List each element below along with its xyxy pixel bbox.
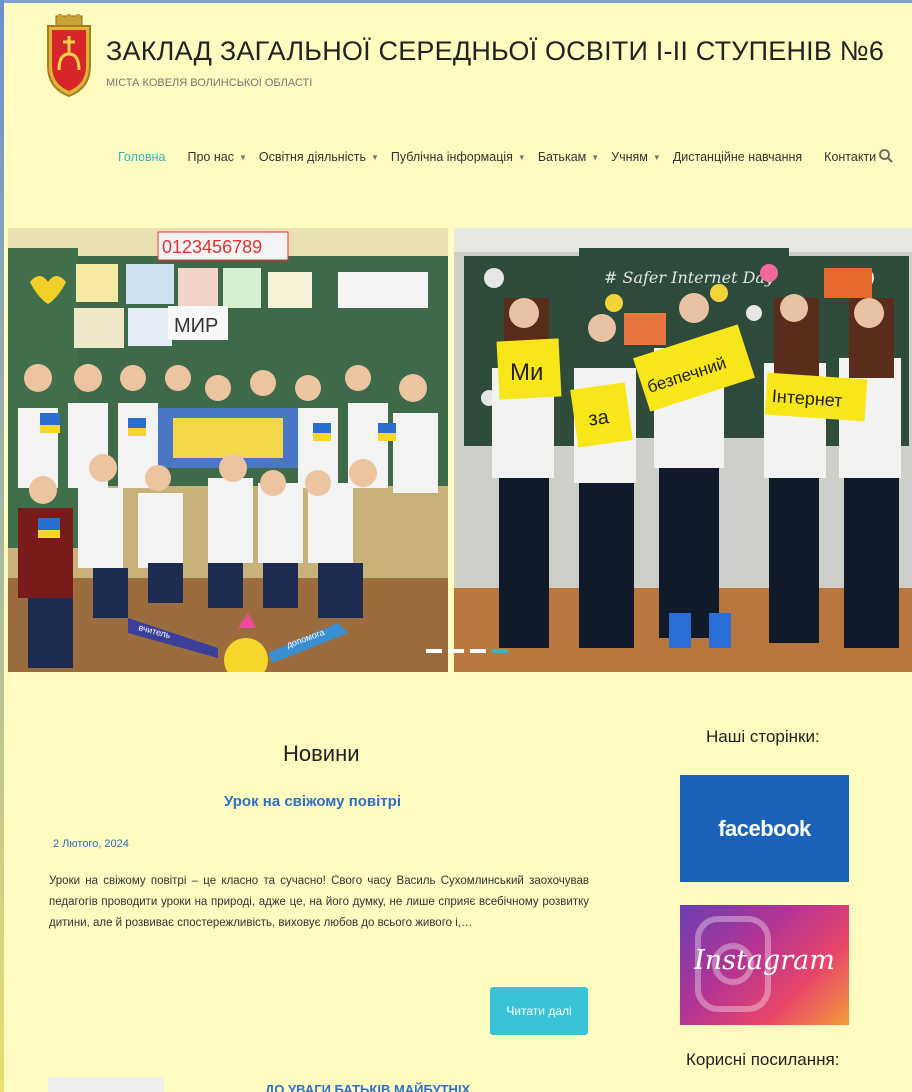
nav-item-label: Публічна інформація [390,150,513,164]
site-title[interactable]: ЗАКЛАД ЗАГАЛЬНОЇ СЕРЕДНЬОЇ ОСВІТИ І-ІІ С… [106,36,884,67]
search-icon[interactable] [878,148,894,164]
slider-dots [426,649,508,653]
board-text: # Safer Internet Day [604,268,775,287]
nav-item-home[interactable]: Головна [118,150,166,164]
nav-item-label: Освітня діяльність [258,150,366,164]
post-date[interactable]: 2 Лютого, 2024 [53,838,129,850]
post-excerpt: Уроки на свіжому повітрі – це класно та … [49,875,589,929]
nav-item-label: Контакти [824,150,877,164]
caret-down-icon: ▼ [591,152,600,162]
post-thumbnail[interactable] [48,1077,164,1092]
caret-down-icon: ▼ [652,152,661,162]
caret-down-icon: ▼ [517,152,526,162]
sidebar-heading-pages: Наші сторінки: [706,727,820,746]
nav-item-label: Дистанційне навчання [672,150,803,164]
main-nav: Головна Про нас ▼ Освітня діяльність ▼ Пуб… [118,146,888,168]
window-top-border [0,0,912,3]
poster-text: МИР [174,315,218,337]
post-title-link[interactable]: Урок на свіжому повітрі [224,793,401,810]
slide-photo-safer-internet-day: # Safer Internet Day Ми за безпечний Інт… [454,228,912,672]
instagram-banner[interactable]: Instagram [680,905,849,1025]
facebook-label: facebook [718,815,811,841]
nav-item-about[interactable]: Про нас ▼ [188,150,247,164]
slider-dot[interactable] [448,649,464,653]
nav-item-public-info[interactable]: Публічна інформація ▼ [391,150,526,164]
coat-of-arms-icon[interactable] [42,14,96,98]
nav-item-students[interactable]: Учням ▼ [611,150,661,164]
nav-item-distance-learning[interactable]: Дистанційне навчання [673,150,802,164]
nav-item-contacts[interactable]: Контакти [824,150,876,164]
sidebar-heading-links: Корисні посилання: [686,1050,840,1069]
nav-item-label: Головна [118,150,166,164]
post-title-link[interactable]: ДО УВАГИ БАТЬКІВ МАЙБУТНІХ [265,1082,470,1092]
window-left-border [0,0,4,1092]
nav-item-label: Про нас [187,150,234,164]
instagram-label: Instagram [694,945,835,976]
site-header: ЗАКЛАД ЗАГАЛЬНОЇ СЕРЕДНЬОЇ ОСВІТИ І-ІІ С… [40,14,900,104]
nav-item-label: Учням [611,150,648,164]
board-digits: 0123456789 [162,237,262,257]
site-subtitle: МІСТА КОВЕЛЯ ВОЛИНСЬКОЇ ОБЛАСТІ [106,77,313,89]
news-heading: Новини [283,741,360,766]
facebook-banner[interactable]: facebook [680,775,849,882]
nav-item-parents[interactable]: Батькам ▼ [538,150,599,164]
nav-item-label: Батькам [537,150,587,164]
sign-text: за [587,406,611,431]
read-more-button[interactable]: Читати далі [490,987,588,1035]
slide-photo-classroom: 0123456789 МИР вчитель допомога [8,228,448,672]
slider-dot[interactable] [426,649,442,653]
classroom-photo: 0123456789 МИР вчитель допомога [8,228,448,672]
caret-down-icon: ▼ [370,152,379,162]
nav-item-education[interactable]: Освітня діяльність ▼ [259,150,379,164]
safer-internet-photo: # Safer Internet Day Ми за безпечний Інт… [454,228,912,672]
caret-down-icon: ▼ [238,152,247,162]
slider-dot-active[interactable] [492,649,508,653]
image-slider[interactable]: 0123456789 МИР вчитель допомога # Safer … [8,228,912,672]
sign-text: Ми [510,359,543,386]
slider-dot[interactable] [470,649,486,653]
